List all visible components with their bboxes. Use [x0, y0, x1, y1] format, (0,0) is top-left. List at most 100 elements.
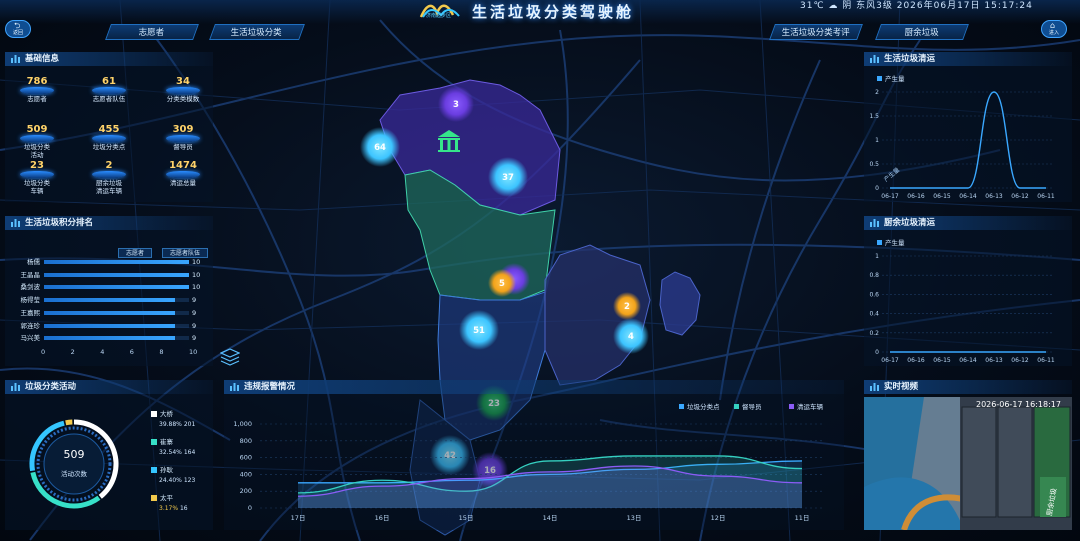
stat-value: 309: [172, 124, 194, 135]
activity-legend-value: 3.17% 16: [159, 505, 188, 512]
rank-bar: [44, 336, 175, 341]
kitchen-clean-line-chart: 产生量 0 0.2 0.4 0.6 0.8 1 06-17 06-16 06-15 06-14 06-…: [869, 238, 1055, 364]
logo-text: 济南起步区: [426, 13, 452, 19]
rank-track: [44, 323, 189, 328]
map-cluster[interactable]: 64: [360, 127, 400, 167]
activity-legend-value: 39.88% 201: [159, 421, 195, 428]
x-tick: 06-12: [1011, 357, 1029, 364]
rank-axis-tick: 2: [70, 348, 75, 356]
stat-value: 61: [102, 76, 116, 87]
legend-label[interactable]: 督导员: [742, 402, 762, 411]
rank-score: 9: [192, 296, 197, 305]
stat-item[interactable]: 34 分类类模数: [155, 76, 211, 103]
map-cluster[interactable]: 4: [613, 318, 649, 354]
rank-track: [44, 298, 189, 303]
legend-count: 201: [183, 421, 196, 428]
activity-legend-item[interactable]: 崔寨: [151, 436, 173, 446]
enter-button[interactable]: ⌂ 进入: [1041, 20, 1067, 38]
back-button[interactable]: ⮌ 返回: [5, 20, 31, 38]
map-cluster[interactable]: 3: [438, 86, 474, 122]
rank-row[interactable]: 王嘉熙 9: [0, 308, 210, 318]
legend-swatch: [679, 404, 684, 409]
stat-item[interactable]: 61 志愿者队伍: [81, 76, 137, 103]
rank-row[interactable]: 马兴美 9: [0, 333, 210, 343]
x-tick: 06-11: [1037, 193, 1055, 200]
rank-track: [44, 336, 189, 341]
donut-slice[interactable]: [65, 419, 73, 426]
x-tick: 06-14: [959, 193, 977, 200]
stat-item[interactable]: 23 垃圾分类 车辆: [9, 160, 65, 195]
map-cluster-count: 37: [502, 173, 514, 183]
x-tick: 06-17: [881, 357, 899, 364]
rank-row[interactable]: 郭连珍 9: [0, 321, 210, 331]
basic-info-title: 基础信息: [5, 52, 213, 66]
tab-volunteer[interactable]: 志愿者: [105, 24, 199, 40]
stat-pedestal-icon: [92, 87, 126, 94]
stat-item[interactable]: 2 厨余垃圾 清运车辆: [81, 160, 137, 195]
bar-chart-icon: [11, 219, 20, 227]
y-tick: 1,000: [233, 420, 252, 428]
tab-life-waste[interactable]: 生活垃圾分类: [209, 24, 305, 40]
stat-pedestal-icon: [92, 171, 126, 178]
rank-name: 马兴美: [20, 334, 41, 343]
y-tick: 600: [240, 454, 252, 462]
map-cluster-count: 64: [374, 143, 386, 153]
legend-label[interactable]: 垃圾分类点: [687, 402, 720, 411]
rank-score: 10: [192, 258, 201, 266]
rank-bar: [44, 310, 175, 315]
stat-item[interactable]: 509 垃圾分类 活动: [9, 124, 65, 159]
activity-legend-item[interactable]: 孙耿: [151, 464, 173, 474]
map-cluster[interactable]: 5: [488, 269, 516, 297]
rank-name: 杨得莹: [20, 296, 41, 305]
rank-row[interactable]: 杨儒 10: [0, 257, 210, 267]
stat-item[interactable]: 1474 清运总量: [155, 160, 211, 187]
dashboard-root: 3 64 37 5 2 4 51 23 42 16 济南起步区 生活垃圾分类驾驶舱 31℃ ☁ 阴…: [0, 0, 1080, 541]
rank-row[interactable]: 桑剑波 10: [0, 282, 210, 292]
stat-label: 分类类模数: [166, 95, 200, 103]
live-video-feed[interactable]: 2026-06-17 16:18:17 厨余垃圾: [864, 397, 1072, 530]
legend-label: 产生量: [885, 74, 905, 83]
map-cluster[interactable]: 2: [613, 292, 641, 320]
map-cluster-count: 4: [628, 332, 634, 342]
stat-pedestal-icon: [166, 135, 200, 142]
rank-row[interactable]: 杨得莹 9: [0, 295, 210, 305]
tab-evaluation[interactable]: 生活垃圾分类考评: [769, 24, 863, 40]
map-cluster[interactable]: 37: [488, 157, 528, 197]
rank-axis-tick: 6: [129, 348, 134, 356]
legend-swatch: [734, 404, 739, 409]
x-tick: 17日: [291, 514, 306, 522]
rank-axis-tick: 4: [100, 348, 105, 356]
bar-chart-icon: [870, 219, 879, 227]
rank-name: 桑剑波: [20, 283, 41, 292]
activity-legend-item[interactable]: 大桥: [151, 408, 173, 418]
stat-item[interactable]: 455 垃圾分类点: [81, 124, 137, 151]
video-title: 实时视频: [864, 380, 1072, 394]
x-tick: 06-11: [1037, 357, 1055, 364]
legend-label[interactable]: 清运车辆: [797, 402, 824, 411]
tab-kitchen-waste[interactable]: 厨余垃圾: [875, 24, 969, 40]
rank-row[interactable]: 王晶晶 10: [0, 270, 210, 280]
rank-bar: [44, 298, 175, 303]
x-tick: 06-12: [1011, 193, 1029, 200]
alarm-panel: 违规报警情况 0 200 400 600 800 1,000 17日 16日 15日 14日 13日…: [224, 380, 844, 530]
y-axis-word: 产生量: [882, 166, 901, 184]
stat-value: 1474: [169, 160, 197, 171]
stat-item[interactable]: 309 督导员: [155, 124, 211, 151]
x-tick: 13日: [627, 514, 642, 522]
x-tick: 12日: [711, 514, 726, 522]
map-cluster[interactable]: 51: [459, 310, 499, 350]
x-tick: 06-15: [933, 193, 951, 200]
rank-track: [44, 272, 189, 277]
stat-value: 2: [105, 160, 113, 171]
legend-name: 孙耿: [160, 466, 173, 474]
stat-label: 志愿者队伍: [92, 95, 126, 103]
y-tick: 200: [240, 487, 252, 495]
legend-swatch: [877, 76, 882, 81]
rank-axis-tick: 0: [41, 348, 46, 356]
stat-item[interactable]: 786 志愿者: [9, 76, 65, 103]
stat-label: 清运总量: [170, 179, 196, 187]
activity-legend-item[interactable]: 太平: [151, 492, 173, 502]
y-tick: 1.5: [869, 113, 879, 120]
x-tick: 16日: [375, 514, 390, 522]
layers-icon[interactable]: [220, 348, 240, 366]
